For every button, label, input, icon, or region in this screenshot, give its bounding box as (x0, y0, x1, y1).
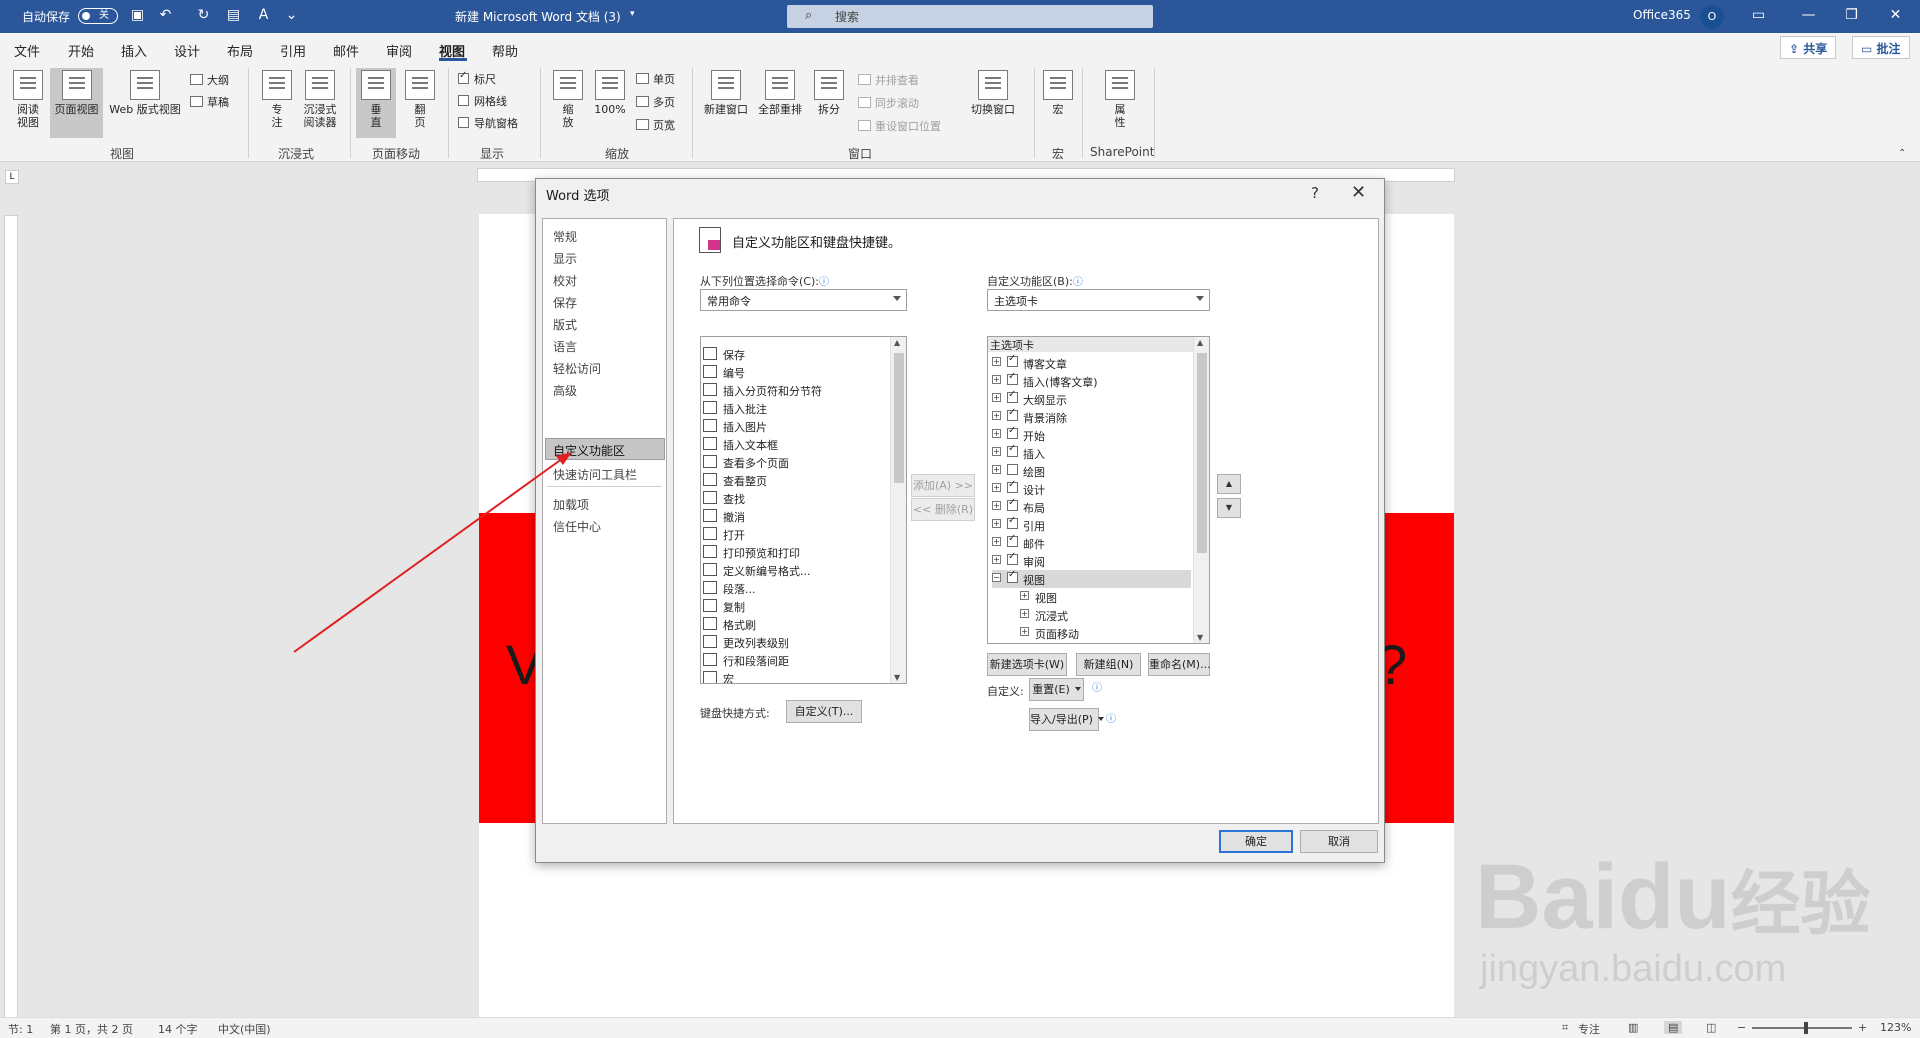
watermark-logo: Baidu经验 (1475, 845, 1871, 950)
watermark-brand: Baidu (1475, 846, 1731, 948)
arrow-head (556, 452, 572, 465)
watermark-brand-cn: 经验 (1730, 865, 1871, 943)
watermark-url: jingyan.baidu.com (1480, 948, 1787, 990)
arrow-line (293, 455, 567, 653)
